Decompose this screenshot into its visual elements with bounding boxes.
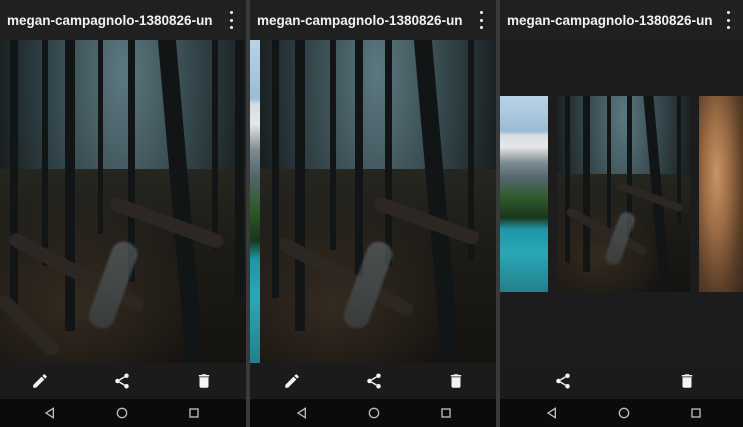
recents-icon[interactable]	[186, 405, 202, 421]
app-bar: megan-campagnolo-1380826-unsplash.jpg	[250, 0, 496, 40]
photo-viewer[interactable]	[0, 40, 246, 363]
filmstrip-viewer[interactable]	[500, 40, 743, 363]
back-icon[interactable]	[294, 405, 310, 421]
edit-icon[interactable]	[31, 372, 49, 390]
screen-swipe-transition: megan-campagnolo-1380826-unsplash.jpg	[250, 0, 496, 427]
home-icon[interactable]	[616, 405, 632, 421]
app-bar: megan-campagnolo-1380826-unsplash.jpg	[0, 0, 246, 40]
action-bar	[0, 363, 246, 399]
delete-icon[interactable]	[195, 372, 213, 390]
system-nav-bar	[0, 399, 246, 427]
previous-photo-edge	[250, 40, 260, 363]
recents-icon[interactable]	[688, 405, 704, 421]
delete-icon[interactable]	[447, 372, 465, 390]
action-bar	[250, 363, 496, 399]
app-bar: megan-campagnolo-1380826-unsplash.jpg	[500, 0, 743, 40]
home-icon[interactable]	[114, 405, 130, 421]
photo-viewer[interactable]	[250, 40, 496, 363]
action-bar	[500, 363, 743, 399]
forest-photo	[0, 40, 246, 363]
forest-photo	[260, 40, 496, 363]
home-icon[interactable]	[366, 405, 382, 421]
system-nav-bar	[500, 399, 743, 427]
photo-title: megan-campagnolo-1380826-unsplash.jpg	[7, 12, 212, 28]
photo-title: megan-campagnolo-1380826-unsplash.jpg	[257, 12, 462, 28]
filmstrip-photo-lake[interactable]	[500, 96, 548, 292]
share-icon[interactable]	[365, 372, 383, 390]
more-options-icon[interactable]	[474, 11, 488, 29]
edit-icon[interactable]	[283, 372, 301, 390]
more-options-icon[interactable]	[224, 11, 238, 29]
more-options-icon[interactable]	[721, 11, 735, 29]
share-icon[interactable]	[113, 372, 131, 390]
recents-icon[interactable]	[438, 405, 454, 421]
screen-full-photo: megan-campagnolo-1380826-unsplash.jpg	[0, 0, 246, 427]
back-icon[interactable]	[544, 405, 560, 421]
filmstrip-photo-forest-current[interactable]	[557, 96, 690, 292]
filmstrip-photo-autumn[interactable]	[699, 96, 743, 292]
back-icon[interactable]	[42, 405, 58, 421]
delete-icon[interactable]	[678, 372, 696, 390]
screen-filmstrip: megan-campagnolo-1380826-unsplash.jpg	[500, 0, 743, 427]
photo-title: megan-campagnolo-1380826-unsplash.jpg	[507, 12, 712, 28]
system-nav-bar	[250, 399, 496, 427]
share-icon[interactable]	[554, 372, 572, 390]
photo-viewer-sequence: megan-campagnolo-1380826-unsplash.jpg	[0, 0, 743, 427]
